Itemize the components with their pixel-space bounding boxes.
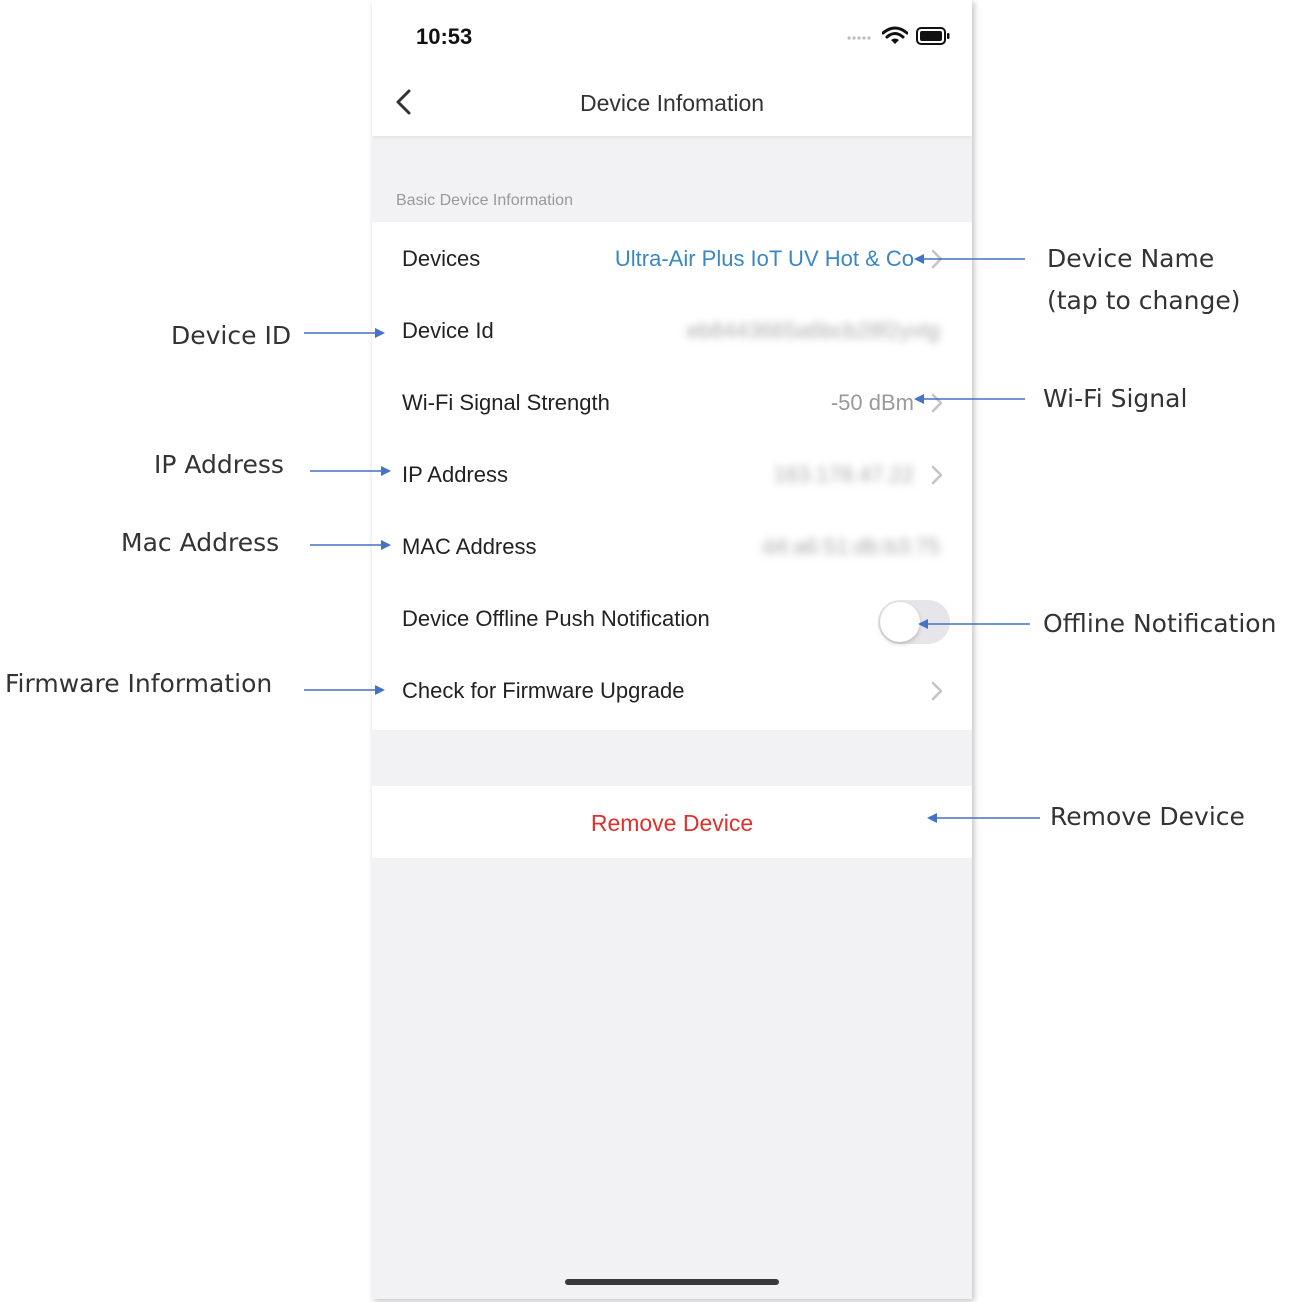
status-icons bbox=[846, 26, 950, 46]
callout-ip-address: IP Address bbox=[154, 450, 284, 479]
battery-icon bbox=[916, 27, 950, 45]
cellular-signal-icon bbox=[847, 36, 871, 40]
row-label: Wi-Fi Signal Strength bbox=[402, 390, 610, 415]
ip-address-value: 163.178.47.22 bbox=[773, 462, 914, 487]
callout-device-name: Device Name (tap to change) bbox=[1047, 238, 1241, 322]
row-firmware-upgrade[interactable]: Check for Firmware Upgrade bbox=[372, 654, 972, 726]
callout-wifi-signal: Wi-Fi Signal bbox=[1043, 384, 1188, 413]
page-title: Device Infomation bbox=[579, 90, 765, 116]
toggle-knob bbox=[880, 602, 920, 642]
row-label: MAC Address bbox=[402, 534, 537, 559]
row-label: Device Offline Push Notification bbox=[402, 606, 710, 631]
callout-device-id: Device ID bbox=[171, 321, 292, 350]
row-wifi-signal[interactable]: Wi-Fi Signal Strength -50 dBm bbox=[372, 366, 972, 438]
row-label: Check for Firmware Upgrade bbox=[402, 678, 685, 703]
status-time: 10:53 bbox=[416, 24, 473, 49]
callout-firmware-information: Firmware Information bbox=[5, 669, 273, 698]
callout-device-name-line1: Device Name bbox=[1047, 244, 1215, 273]
home-indicator[interactable] bbox=[565, 1279, 779, 1285]
chevron-right-icon bbox=[931, 393, 943, 413]
wifi-icon bbox=[882, 26, 908, 44]
device-id-value: eb8443665a6bcb28f2yvtg bbox=[686, 318, 940, 343]
row-label: IP Address bbox=[402, 462, 508, 487]
remove-device-button[interactable]: Remove Device bbox=[372, 786, 972, 858]
status-bar: 10:53 bbox=[372, 0, 972, 70]
row-offline-notification: Device Offline Push Notification bbox=[372, 582, 972, 654]
device-info-list: Devices Ultra-Air Plus IoT UV Hot & Co D… bbox=[372, 222, 972, 730]
wifi-signal-value: -50 dBm bbox=[830, 390, 914, 415]
remove-device-label: Remove Device bbox=[590, 810, 754, 836]
device-name-value: Ultra-Air Plus IoT UV Hot & Co bbox=[614, 246, 914, 271]
row-devices[interactable]: Devices Ultra-Air Plus IoT UV Hot & Co bbox=[372, 222, 972, 294]
callout-remove-device: Remove Device bbox=[1050, 802, 1245, 831]
callout-mac-address: Mac Address bbox=[121, 528, 280, 557]
row-label: Devices bbox=[402, 246, 481, 271]
chevron-right-icon bbox=[931, 249, 943, 269]
chevron-right-icon bbox=[931, 681, 943, 701]
row-mac-address: MAC Address d4:a6:51:db:b3:75 bbox=[372, 510, 972, 582]
row-device-id: Device Id eb8443665a6bcb28f2yvtg bbox=[372, 294, 972, 366]
chevron-right-icon bbox=[931, 465, 943, 485]
callout-device-name-line2: (tap to change) bbox=[1047, 286, 1241, 315]
row-label: Device Id bbox=[402, 318, 494, 343]
nav-bar: Device Infomation bbox=[372, 70, 972, 136]
row-ip-address[interactable]: IP Address 163.178.47.22 bbox=[372, 438, 972, 510]
offline-notification-toggle[interactable] bbox=[878, 600, 950, 644]
phone-screen: 10:53 Device Infomation Basic Device Inf… bbox=[372, 0, 972, 1299]
mac-address-value: d4:a6:51:db:b3:75 bbox=[762, 534, 940, 559]
callout-offline-notification: Offline Notification bbox=[1043, 609, 1277, 638]
section-header: Basic Device Information bbox=[396, 192, 573, 209]
